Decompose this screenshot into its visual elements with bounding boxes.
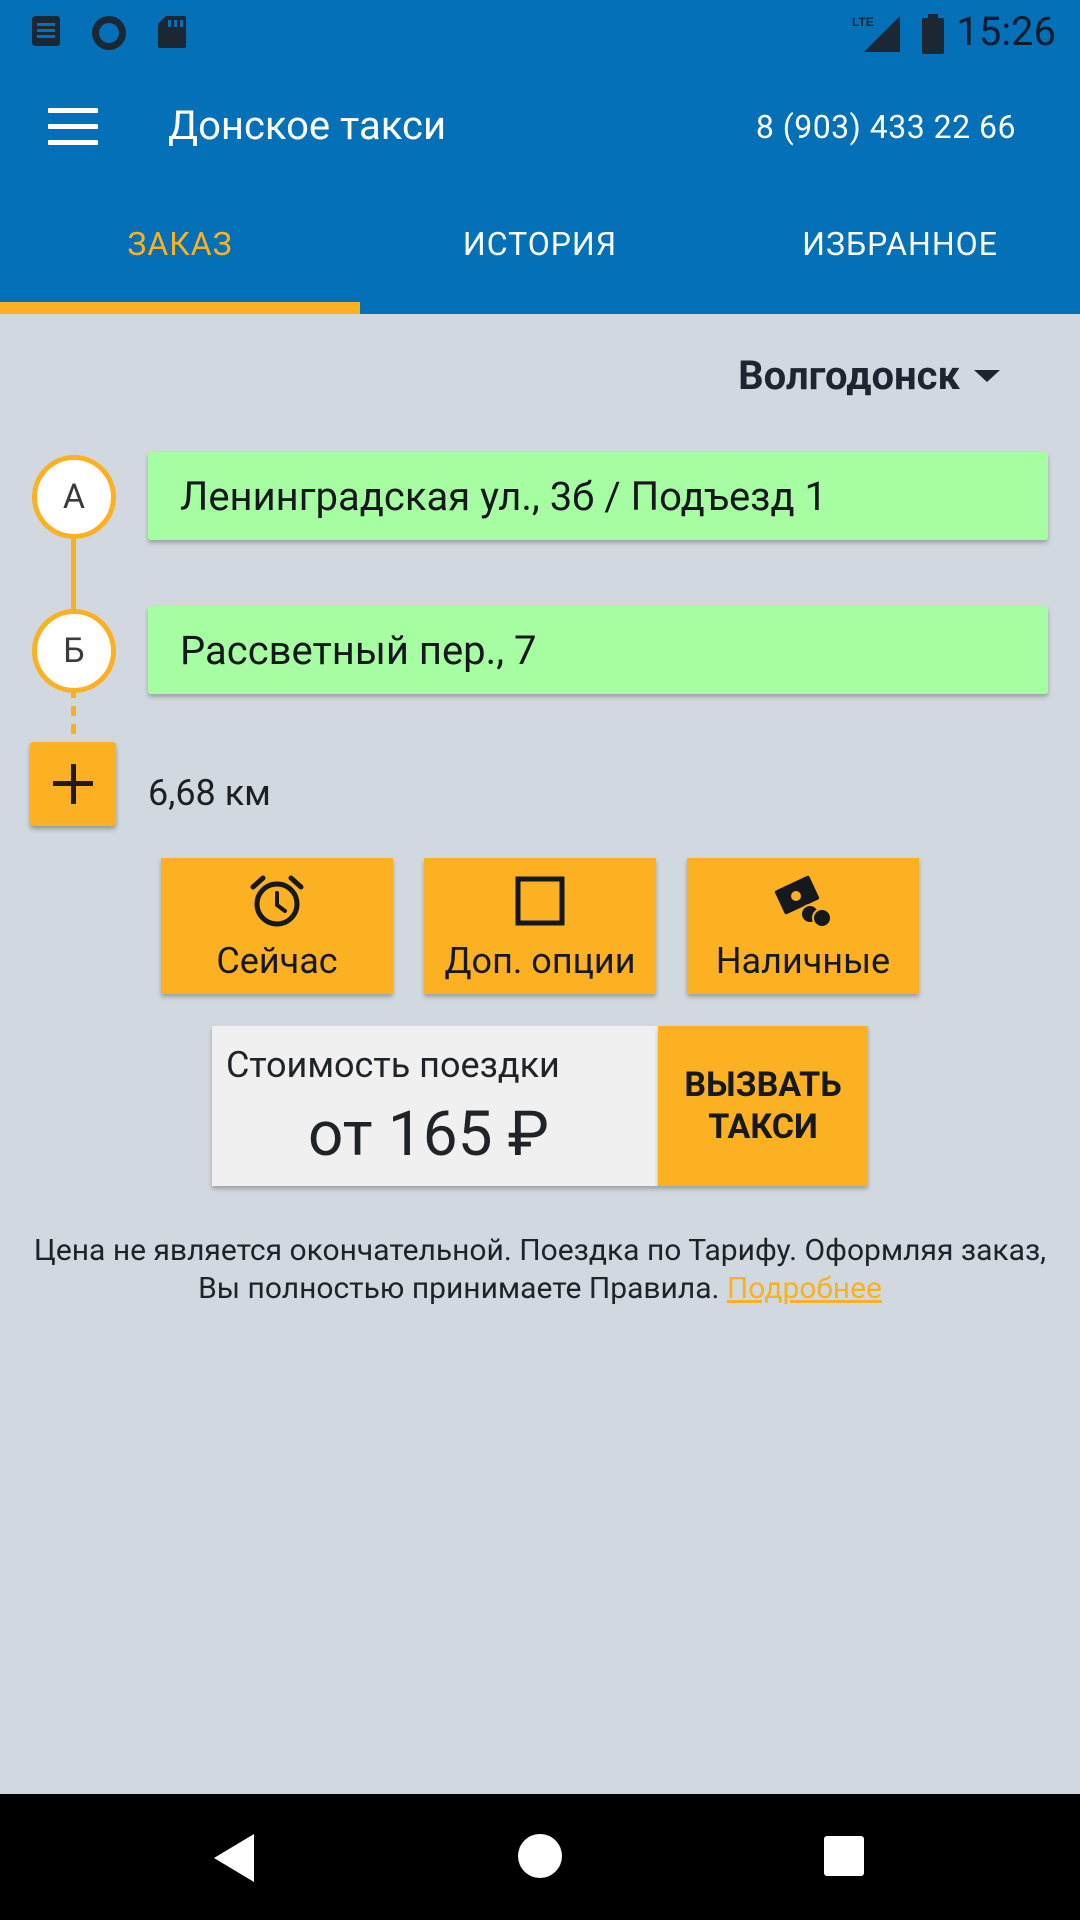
- city-selector[interactable]: Волгодонск: [738, 352, 1000, 399]
- status-bar: LTE 15:26: [0, 0, 1080, 64]
- payment-cash-button[interactable]: Наличные: [687, 858, 919, 994]
- tab-favorites[interactable]: ИЗБРАННОЕ: [720, 188, 1080, 314]
- svg-text:LTE: LTE: [852, 15, 874, 29]
- add-stop-button[interactable]: [30, 742, 116, 826]
- destination-address-field[interactable]: Рассветный пер., 7: [148, 606, 1048, 694]
- alarm-clock-icon: [250, 875, 304, 927]
- app-toolbar: Донское такси 8 (903) 433 22 66: [0, 64, 1080, 188]
- trip-price-label: Стоимость поездки: [226, 1044, 560, 1086]
- route-distance: 6,68 км: [148, 772, 271, 814]
- back-icon[interactable]: [214, 1834, 254, 1882]
- tab-order[interactable]: ЗАКАЗ: [0, 188, 360, 314]
- trip-price-value: от 165 ₽: [308, 1098, 549, 1171]
- pickup-address-field[interactable]: Ленинградская ул., 3б / Подъезд 1: [148, 452, 1048, 540]
- checkbox-icon: [515, 876, 565, 926]
- home-icon[interactable]: [518, 1834, 562, 1878]
- battery-icon: [922, 14, 944, 54]
- hamburger-menu-icon[interactable]: [34, 94, 98, 158]
- tab-history[interactable]: ИСТОРИЯ: [360, 188, 720, 314]
- phone-number-link[interactable]: 8 (903) 433 22 66: [756, 108, 1016, 146]
- payment-cash-label: Наличные: [715, 940, 891, 982]
- point-b-marker: Б: [32, 609, 116, 693]
- system-nav-bar: [0, 1794, 1080, 1920]
- time-now-label: Сейчас: [216, 940, 338, 982]
- call-taxi-line1: ВЫЗВАТЬ: [684, 1065, 842, 1105]
- extra-options-label: Доп. опции: [444, 940, 636, 982]
- time-now-button[interactable]: Сейчас: [161, 858, 393, 994]
- clock: 15:26: [956, 8, 1056, 55]
- call-taxi-button[interactable]: ВЫЗВАТЬ ТАКСИ: [658, 1026, 868, 1186]
- app-title: Донское такси: [168, 102, 447, 149]
- tab-bar: ЗАКАЗ ИСТОРИЯ ИЗБРАННОЕ: [0, 188, 1080, 314]
- trip-price-panel: Стоимость поездки от 165 ₽: [212, 1026, 658, 1186]
- route-connector-dashed: [71, 688, 76, 740]
- notification-icon: [32, 16, 60, 46]
- sd-card-icon: [158, 16, 186, 48]
- disclaimer-text: Цена не является окончательной. Поездка …: [33, 1233, 1047, 1306]
- call-taxi-line2: ТАКСИ: [708, 1107, 818, 1147]
- point-a-marker: А: [32, 455, 116, 539]
- price-disclaimer: Цена не является окончательной. Поездка …: [30, 1232, 1050, 1308]
- extra-options-button[interactable]: Доп. опции: [424, 858, 656, 994]
- cash-icon: [774, 875, 832, 928]
- recent-apps-icon[interactable]: [824, 1836, 864, 1876]
- circle-app-icon: [92, 16, 126, 50]
- dropdown-arrow-icon: [974, 369, 1000, 382]
- signal-icon: LTE: [852, 15, 900, 52]
- city-name: Волгодонск: [738, 352, 960, 399]
- details-link[interactable]: Подробнее: [727, 1271, 882, 1306]
